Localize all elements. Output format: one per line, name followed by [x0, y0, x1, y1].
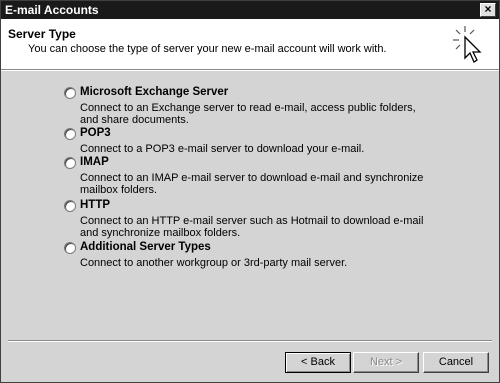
option-pop3-description: Connect to a POP3 e-mail server to downl…	[80, 143, 365, 155]
option-exchange-description: Connect to an Exchange server to read e-…	[80, 102, 416, 126]
cancel-button[interactable]: Cancel	[423, 352, 489, 373]
option-additional-description: Connect to another workgroup or 3rd-part…	[80, 257, 348, 269]
page-subtitle: You can choose the type of server your n…	[28, 43, 387, 55]
option-additional-label: Additional Server Types	[80, 241, 211, 253]
option-imap-description: Connect to an IMAP e-mail server to down…	[80, 172, 424, 196]
email-accounts-dialog: E-mail Accounts × Server Type You can ch…	[0, 0, 500, 383]
option-http-label: HTTP	[80, 199, 111, 211]
option-pop3-label: POP3	[80, 127, 111, 139]
wizard-header: Server Type You can choose the type of s…	[1, 19, 499, 69]
radio-imap[interactable]	[64, 157, 76, 169]
next-button[interactable]: Next >	[353, 352, 419, 373]
option-exchange-label: Microsoft Exchange Server	[80, 86, 229, 98]
radio-exchange[interactable]	[64, 87, 76, 99]
header-divider	[1, 69, 499, 71]
title-bar[interactable]: E-mail Accounts ×	[1, 1, 499, 19]
page-title: Server Type	[8, 27, 76, 41]
radio-http[interactable]	[64, 200, 76, 212]
window-title: E-mail Accounts	[5, 3, 99, 17]
radio-additional[interactable]	[64, 242, 76, 254]
option-http-description: Connect to an HTTP e-mail server such as…	[80, 215, 424, 239]
option-imap-label: IMAP	[80, 156, 109, 168]
close-button[interactable]: ×	[480, 3, 496, 17]
footer-divider	[8, 340, 492, 342]
back-button[interactable]: < Back	[285, 352, 351, 373]
radio-pop3[interactable]	[64, 128, 76, 140]
wizard-cursor-icon	[447, 22, 491, 66]
